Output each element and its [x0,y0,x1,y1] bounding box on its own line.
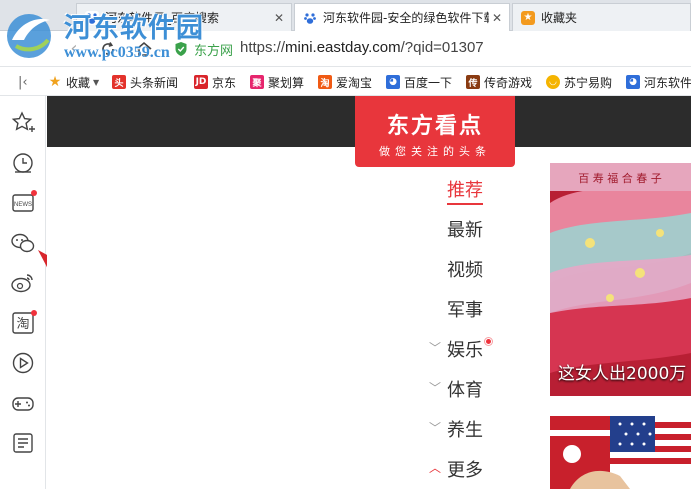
news-card-caption: 这女人出2000万 [558,364,687,384]
browser-window: 河东软件园_百度搜索 ✕ 河东软件园-安全的绿色软件下载 ✕ ★ 收藏夹 ‹ 东… [0,0,691,489]
card-banner-text: 百 寿 福 合 春 子 [578,171,661,185]
bookmark-baidu[interactable]: ◕ 百度一下 [386,73,452,91]
tab-hedong-active[interactable]: 河东软件园-安全的绿色软件下载 ✕ [294,3,510,31]
bookmarks-bar: |‹ ★ 收藏 ▼ 头 头条新闻 JD 京东 聚 聚划算 淘 爱淘宝 ◕ 百度一… [0,67,691,96]
game-icon: 传 [466,75,480,89]
site-logo[interactable]: 东方看点 做您关注的头条 [355,96,515,167]
tab-label: 收藏夹 [541,11,578,25]
news-card[interactable] [550,416,691,489]
svg-text:淘: 淘 [16,317,29,332]
nav-item-latest[interactable]: 最新 [427,216,507,246]
nav-label: 军事 [447,300,483,321]
clock-icon[interactable] [10,150,36,176]
bookmark-juhuasuan[interactable]: 聚 聚划算 [250,73,304,91]
notification-dot [485,338,492,345]
watermark-url: www.pc0359.cn [64,44,170,61]
bookmark-label: 河东软件 [644,75,691,90]
bookmark-toutiao[interactable]: 头 头条新闻 [112,73,178,91]
star-favorites-icon: ★ [521,10,535,25]
url-scheme: https:// [240,39,286,56]
baidu-paw-icon [303,10,317,25]
bookmark-suning[interactable]: ◡ 苏宁易购 [546,73,612,91]
nav-item-video[interactable]: 视频 [427,256,507,286]
svg-text:NEWS: NEWS [14,202,32,208]
nav-label: 养生 [447,420,483,441]
bookmark-label: 苏宁易购 [564,75,613,90]
nav-item-recommend[interactable]: 推荐 [427,176,507,206]
notes-icon[interactable] [10,430,36,456]
suning-icon: ◡ [546,75,560,89]
news-card[interactable]: 百 寿 福 合 春 子 这女人出2000万 [550,163,691,396]
bookmark-label: 传奇游戏 [484,75,533,90]
watermark-title: 河东软件园 [64,13,204,44]
tab-label: 河东软件园-安全的绿色软件下载 [323,11,489,25]
close-icon[interactable]: ✕ [271,11,287,25]
baidu-paw-icon: ◕ [626,75,640,89]
notification-dot [31,190,37,196]
bookmark-label: 收藏 [66,75,91,90]
jd-icon: JD [194,75,208,89]
brand-title: 东方看点 [386,114,483,139]
bookmark-hedong[interactable]: ◕ 河东软件 [626,73,691,91]
watermark-logo [7,14,51,58]
toutiao-icon: 头 [112,75,126,89]
bookmark-label: 京东 [212,75,237,90]
chevron-down-icon: ▼ [93,77,100,87]
chevron-up-icon: ︿ [429,461,442,475]
collapse-sidebar-icon[interactable]: |‹ [18,73,28,91]
nav-label: 推荐 [447,176,483,205]
bookmark-aitaobao[interactable]: 淘 爱淘宝 [318,73,372,91]
tab-favorites[interactable]: ★ 收藏夹 [512,3,691,31]
web-content: 东方看点 做您关注的头条 推荐 最新 视频 军事 ﹀ 娱乐 ﹀ 体育 ﹀ 养生 … [47,96,691,489]
taobao-icon: 淘 [318,75,332,89]
nav-item-more[interactable]: ︿ 更多 [427,456,507,486]
star-icon: ★ [48,74,62,90]
bookmark-label: 爱淘宝 [336,75,373,90]
url-path: /?qid=01307 [400,39,484,56]
star-plus-icon[interactable] [10,110,36,136]
nav-label: 体育 [447,380,483,401]
brand-slogan: 做您关注的头条 [379,145,491,158]
baidu-paw-icon: ◕ [386,75,400,89]
nav-label: 最新 [447,220,483,241]
juhuasuan-icon: 聚 [250,75,264,89]
chevron-down-icon: ﹀ [429,341,442,355]
chevron-down-icon: ﹀ [429,421,442,435]
nav-item-military[interactable]: 军事 [427,296,507,326]
play-icon[interactable] [10,350,36,376]
bookmark-jd[interactable]: JD 京东 [194,73,236,91]
bookmark-label: 头条新闻 [130,75,179,90]
bookmark-label: 聚划算 [268,75,305,90]
nav-label: 更多 [447,460,483,481]
chevron-down-icon: ﹀ [429,381,442,395]
bookmark-favorites[interactable]: ★ 收藏 ▼ [48,73,99,91]
gamepad-icon[interactable] [10,390,36,416]
url-field[interactable]: https://mini.eastday.com/?qid=01307 [240,39,484,56]
nav-item-health[interactable]: ﹀ 养生 [427,416,507,446]
bookmark-game[interactable]: 传 传奇游戏 [466,73,532,91]
nav-label: 娱乐 [447,340,483,361]
nav-item-entertainment[interactable]: ﹀ 娱乐 [427,336,507,366]
nav-item-sports[interactable]: ﹀ 体育 [427,376,507,406]
nav-label: 视频 [447,260,483,281]
url-host: mini.eastday.com [285,39,401,56]
close-icon[interactable]: ✕ [489,11,505,25]
bookmark-label: 百度一下 [404,75,453,90]
news-thumbnail [550,416,691,489]
